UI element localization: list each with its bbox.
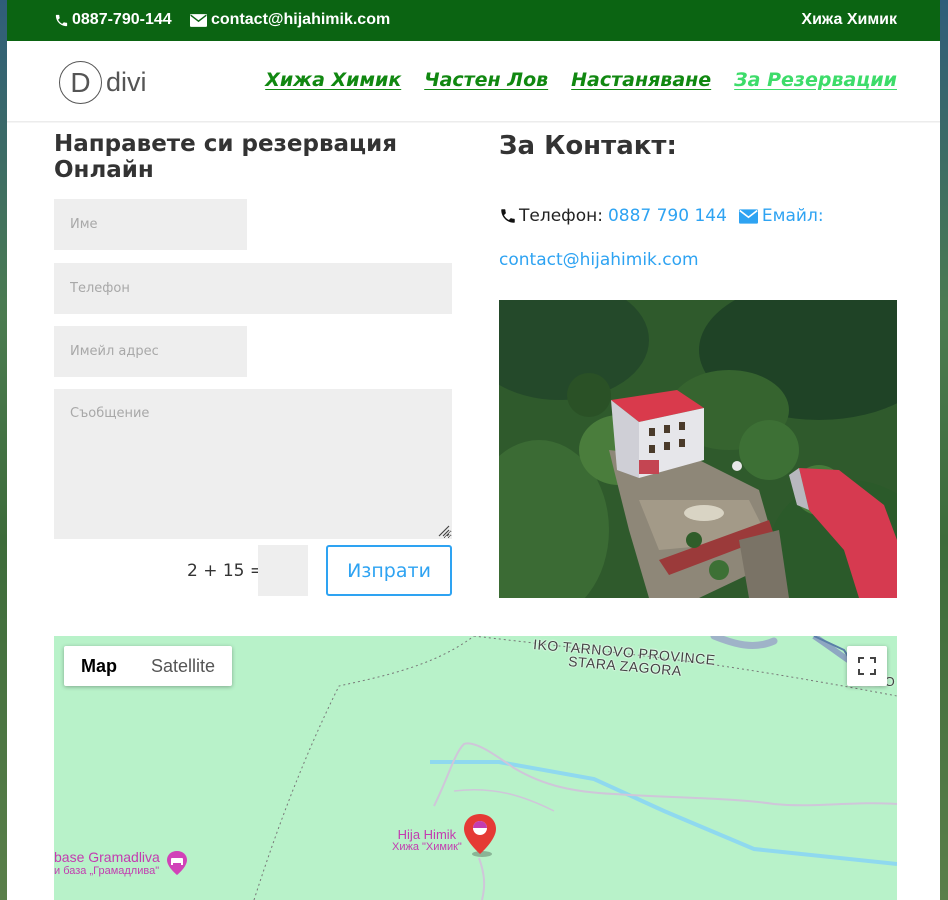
topbar-brand: Хижа Химик [801,11,897,28]
nav-item-chasten-lov[interactable]: Частен Лов [424,69,548,91]
map-poi-hija-himik[interactable]: Hija Himik Хижа "Химик" [392,827,462,853]
map-poi-gramadliva[interactable]: base Gramadliva и база „Грамадлива" [54,849,160,877]
nav-item-za-rezervatsii[interactable]: За Резервации [734,69,897,91]
map-pin-icon[interactable] [462,812,498,858]
phone-link[interactable]: 0887 790 144 [608,206,727,226]
nav-item-hizha-himik[interactable]: Хижа Химик [265,69,401,91]
location-map[interactable]: Map Satellite IKO TARNOVO PROVINCE STARA… [54,636,897,900]
phone-icon [501,209,515,223]
envelope-icon [190,13,207,27]
page: 0887-790-144 contact@hijahimik.com Хижа … [7,0,940,900]
email-input[interactable] [54,326,247,377]
logo-text: divi [106,67,147,97]
fullscreen-icon [858,657,876,675]
envelope-icon [738,208,758,224]
topbar-email[interactable]: contact@hijahimik.com [190,11,390,29]
form-title: Направете си резервация Онлайн [54,131,397,183]
contact-title: За Контакт: [499,131,677,161]
poi-main-name: Hija Himik [397,827,457,842]
nav-item-nastanyavane[interactable]: Настаняване [571,69,711,91]
main-header: D divi Хижа Химик Частен Лов Настаняване… [7,41,940,122]
top-bar: 0887-790-144 contact@hijahimik.com Хижа … [7,0,940,41]
poi-second-local-name: и база „Грамадлива" [54,865,160,877]
topbar-phone[interactable]: 0887-790-144 [54,11,172,29]
hotel-marker-icon[interactable] [166,850,188,876]
topbar-email-text: contact@hijahimik.com [211,11,391,28]
poi-main-local-name: Хижа "Химик" [392,841,462,853]
email-label: Емайл: [761,206,824,226]
fullscreen-button[interactable] [847,646,887,686]
map-type-map-button[interactable]: Map [64,646,134,686]
email-link[interactable]: contact@hijahimik.com [499,250,699,270]
aerial-photo [499,300,897,598]
map-type-toggle: Map Satellite [64,646,233,686]
contact-info-line: Телефон: 0887 790 144 Емайл: [499,206,824,226]
phone-input[interactable] [54,263,452,314]
resize-handle-icon[interactable] [437,524,450,537]
captcha-question: 2 + 15 = [187,561,265,581]
name-input[interactable] [54,199,247,250]
main-nav: Хижа Химик Частен Лов Настаняване За Рез… [265,69,897,91]
submit-button[interactable]: Изпрати [326,545,452,596]
topbar-phone-text: 0887-790-144 [72,11,172,28]
phone-label: Телефон: [519,206,603,226]
logo-mark: D [59,61,102,104]
captcha-input[interactable] [258,545,308,596]
phone-icon [55,14,68,26]
site-logo[interactable]: D divi [59,61,147,104]
message-textarea[interactable] [54,389,452,539]
aerial-photo-illustration [499,300,897,598]
poi-second-name: base Gramadliva [54,849,160,865]
map-type-satellite-button[interactable]: Satellite [134,646,232,686]
